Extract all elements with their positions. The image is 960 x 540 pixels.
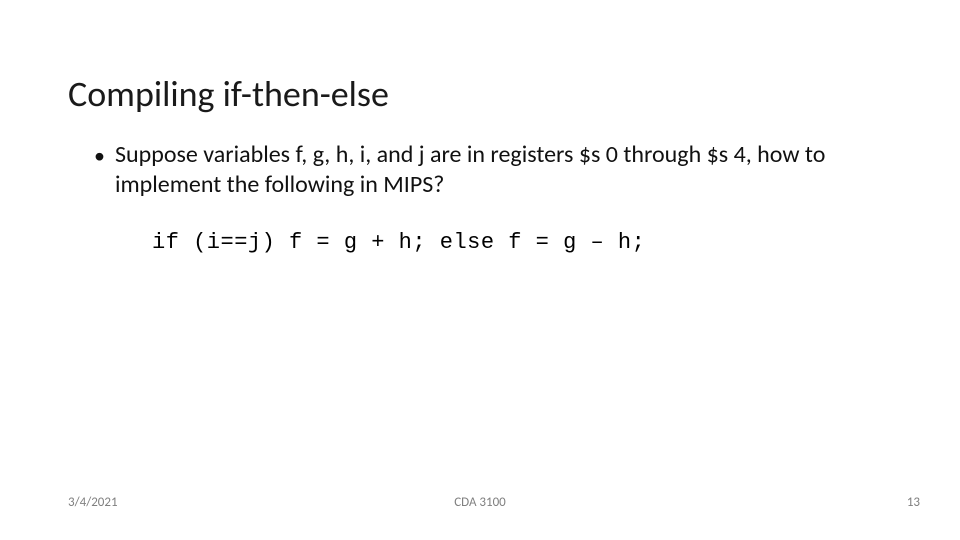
slide-title: Compiling if-then-else: [68, 72, 389, 116]
code-line: if (i==j) f = g + h; else f = g – h;: [152, 230, 645, 255]
slide-body: • Suppose variables f, g, h, i, and j ar…: [94, 140, 880, 200]
bullet-text: Suppose variables f, g, h, i, and j are …: [115, 140, 880, 200]
slide: Compiling if-then-else • Suppose variabl…: [0, 0, 960, 540]
footer-page-number: 13: [907, 495, 920, 510]
bullet-item: • Suppose variables f, g, h, i, and j ar…: [94, 140, 880, 200]
footer-course: CDA 3100: [0, 495, 960, 510]
bullet-dot-icon: •: [94, 142, 105, 170]
